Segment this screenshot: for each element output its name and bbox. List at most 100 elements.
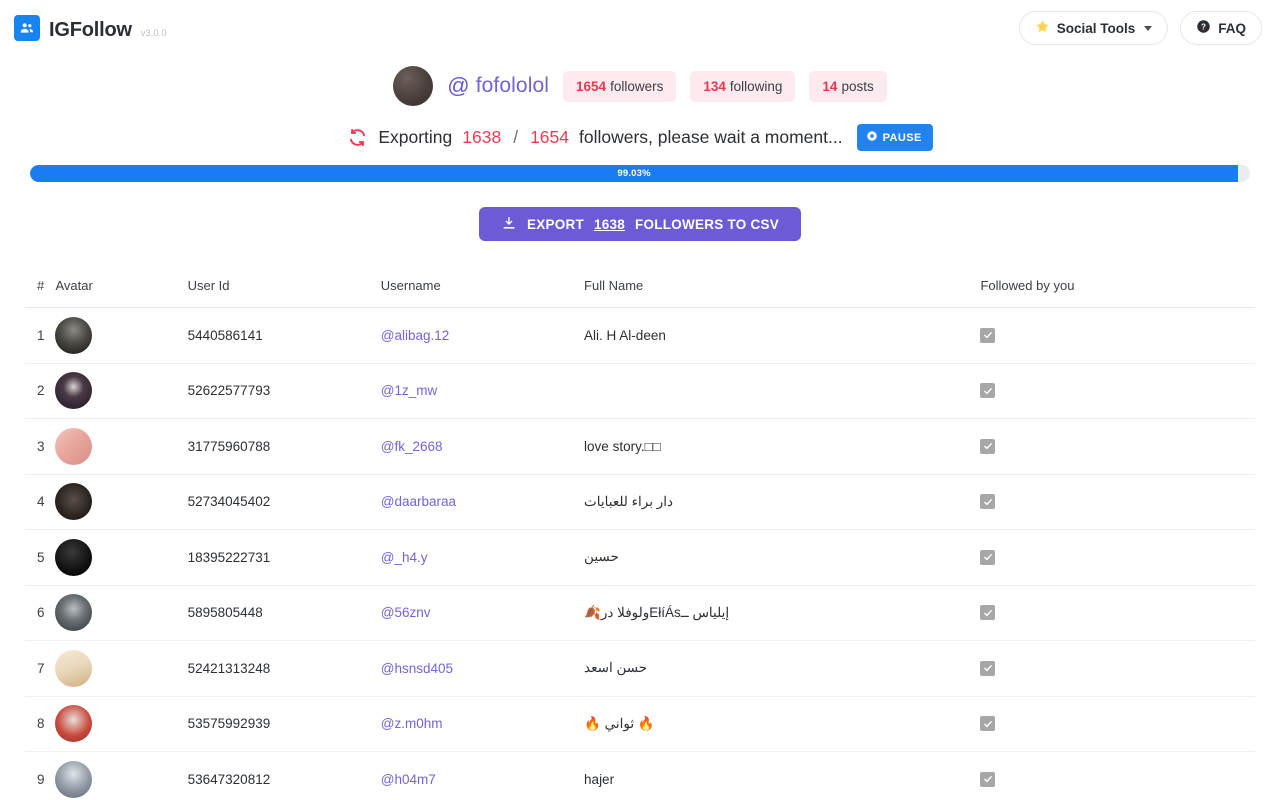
followed-checkbox[interactable]: [980, 605, 996, 620]
full-name-text: دار براء للعبايات: [584, 493, 673, 509]
avatar[interactable]: [55, 705, 93, 743]
faq-label: FAQ: [1218, 20, 1246, 36]
export-prefix: EXPORT: [526, 216, 584, 232]
avatar[interactable]: [55, 538, 93, 576]
avatar[interactable]: [55, 760, 93, 798]
social-tools-button[interactable]: Social Tools: [1018, 11, 1169, 45]
row-full-name: [584, 363, 981, 419]
row-avatar-cell: [55, 751, 188, 800]
followed-checkbox[interactable]: [980, 660, 996, 676]
username-link[interactable]: @_h4.y: [381, 550, 428, 565]
row-avatar-cell: [55, 529, 188, 586]
star-icon: [1035, 19, 1050, 37]
row-username-cell: @_h4.y: [380, 529, 585, 586]
row-username-cell: @fk_2668: [380, 418, 585, 475]
row-index: 8: [25, 696, 56, 752]
row-index: 9: [25, 751, 56, 800]
username-link[interactable]: @hsnsd405: [381, 661, 453, 676]
username-link[interactable]: @fk_2668: [381, 439, 443, 454]
table-row: 2 52622577793 @1z_mw: [25, 363, 1255, 419]
username-link[interactable]: @z.m0hm: [381, 716, 443, 731]
question-circle-icon: ?: [1196, 19, 1211, 37]
row-user-id: 53647320812: [187, 751, 381, 800]
at-icon: @: [447, 73, 470, 98]
row-full-name: حسين: [584, 529, 981, 586]
status-current: 1638: [462, 127, 502, 147]
followed-checkbox[interactable]: [980, 771, 996, 787]
row-username-cell: @h04m7: [380, 751, 585, 800]
full-name-text: Ali. H Al-deen: [584, 327, 666, 343]
row-username-cell: @z.m0hm: [380, 696, 585, 752]
stat-followers-value: 1654: [576, 78, 607, 94]
avatar[interactable]: [55, 427, 93, 465]
username-link[interactable]: @56znv: [381, 605, 431, 620]
table-header-row: # Avatar User Id Username Full Name Foll…: [25, 278, 1255, 308]
column-header-user-id: User Id: [187, 278, 381, 308]
row-user-id: 5440586141: [187, 307, 381, 364]
row-full-name: 🔥 ثواني 🔥: [584, 696, 981, 752]
followed-checkbox[interactable]: [980, 716, 996, 731]
row-followed-by-you: [980, 640, 1255, 697]
avatar: [393, 66, 434, 106]
stat-followers-label: followers: [610, 78, 664, 94]
username-link[interactable]: @h04m7: [381, 772, 436, 787]
status-prefix: Exporting: [378, 127, 453, 147]
top-bar: IGFollow v3.0.0 Social Tools ? FAQ: [0, 0, 1280, 56]
row-index: 5: [25, 529, 56, 586]
stat-followers: 1654 followers: [563, 70, 677, 102]
faq-button[interactable]: ? FAQ: [1180, 11, 1262, 45]
followed-checkbox[interactable]: [980, 494, 996, 509]
brand-name: IGFollow: [49, 19, 132, 41]
table-row: 8 53575992939 @z.m0hm 🔥 ثواني 🔥: [25, 696, 1255, 752]
row-user-id: 5895805448: [187, 585, 381, 641]
avatar[interactable]: [55, 316, 93, 354]
avatar[interactable]: [55, 372, 93, 410]
pause-button[interactable]: PAUSE: [856, 124, 933, 151]
status-total: 1654: [530, 127, 569, 147]
full-name-text: إيلياس ـ‌‌ـEłíÁsو‌لوفلا در🍂: [584, 604, 730, 620]
sync-spinner-icon: [347, 127, 368, 148]
followed-checkbox[interactable]: [980, 549, 996, 565]
export-csv-button[interactable]: EXPORT 1638 FOLLOWERS TO CSV: [478, 207, 802, 241]
username-link[interactable]: @alibag.12: [381, 328, 450, 343]
column-header-full-name: Full Name: [584, 278, 981, 308]
progress-percent-label: 99.03%: [617, 168, 651, 179]
export-count: 1638: [593, 216, 626, 232]
column-header-username: Username: [380, 278, 585, 308]
followed-checkbox[interactable]: [980, 438, 996, 454]
row-followed-by-you: [980, 696, 1255, 752]
table-row: 3 31775960788 @fk_2668 love story.□□: [25, 418, 1255, 475]
username-link[interactable]: @1z_mw: [381, 383, 437, 398]
table-body: 1 5440586141 @alibag.12 Ali. H Al-deen 2 5262…: [25, 307, 1255, 800]
row-user-id: 53575992939: [187, 696, 381, 752]
row-username-cell: @56znv: [380, 585, 585, 641]
profile-username[interactable]: @ fofololol: [447, 73, 549, 99]
avatar[interactable]: [55, 594, 93, 632]
followed-checkbox[interactable]: [980, 327, 996, 343]
avatar[interactable]: [55, 649, 93, 687]
column-header-avatar: Avatar: [55, 278, 188, 308]
row-username-cell: @daarbaraa: [380, 474, 585, 530]
full-name-text: love story.□□: [584, 438, 661, 454]
row-index: 1: [25, 307, 56, 364]
row-full-name: إيلياس ـ‌‌ـEłíÁsو‌لوفلا در🍂: [584, 585, 981, 641]
export-suffix: FOLLOWERS TO CSV: [635, 216, 780, 232]
table-row: 7 52421313248 @hsnsd405 حسن اسعد: [25, 640, 1255, 697]
row-followed-by-you: [980, 529, 1255, 586]
followers-table: # Avatar User Id Username Full Name Foll…: [25, 278, 1255, 800]
followed-checkbox[interactable]: [980, 383, 996, 398]
avatar[interactable]: [55, 483, 93, 521]
row-full-name: hajer: [584, 751, 981, 800]
full-name-text: حسن اسعد: [584, 660, 648, 676]
username-link[interactable]: @daarbaraa: [381, 494, 456, 509]
row-avatar-cell: [55, 418, 188, 475]
stat-posts-value: 14: [822, 78, 838, 94]
row-full-name: دار براء للعبايات: [584, 474, 981, 530]
brand: IGFollow v3.0.0: [14, 15, 167, 41]
row-index: 4: [25, 474, 56, 530]
row-avatar-cell: [55, 474, 188, 530]
status-separator: /: [513, 127, 519, 147]
download-icon: [501, 215, 517, 234]
table-row: 9 53647320812 @h04m7 hajer: [25, 751, 1255, 800]
row-user-id: 52734045402: [187, 474, 381, 530]
